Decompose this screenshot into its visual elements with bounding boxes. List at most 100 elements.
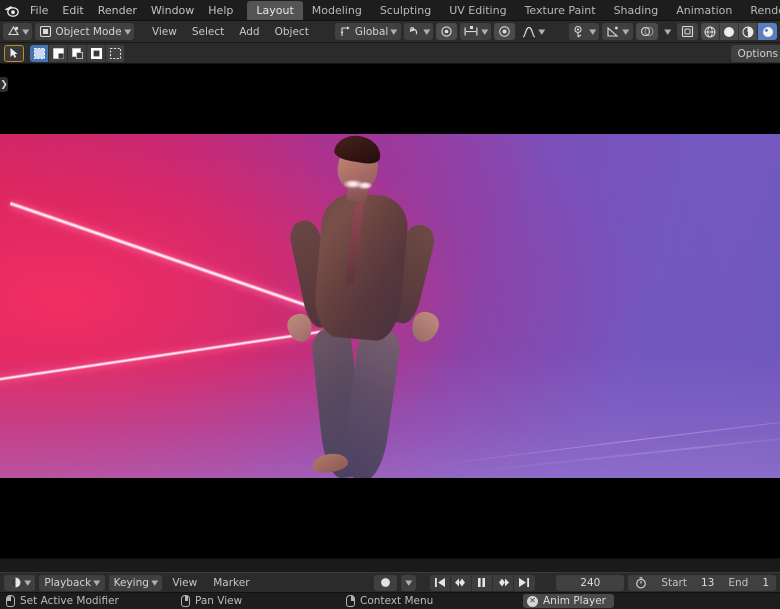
rendered-preview-image: [0, 134, 780, 478]
tab-shading[interactable]: Shading: [605, 1, 668, 20]
chevron-down-icon: ▼: [93, 578, 101, 587]
chevron-down-icon: ▼: [24, 578, 32, 587]
active-tool-button[interactable]: [4, 44, 24, 62]
auto-keying-toggle[interactable]: [373, 574, 397, 591]
options-button[interactable]: Options: [731, 45, 780, 62]
falloff-toggle[interactable]: [494, 23, 516, 40]
chevron-right-icon: ❯: [0, 79, 8, 90]
menu-edit[interactable]: Edit: [55, 2, 90, 19]
anim-player-notification[interactable]: ✕ Anim Player: [523, 594, 614, 608]
select-subtract-icon: [71, 47, 83, 59]
viewport-shading-modes: [701, 23, 777, 40]
eye-laser-flare-right: [358, 182, 372, 189]
jump-to-start-button[interactable]: [429, 574, 451, 591]
chevron-down-icon: ▼: [622, 27, 630, 36]
select-mode-invert[interactable]: [87, 44, 106, 62]
timeline-scrubber[interactable]: [0, 558, 780, 572]
shading-material-preview-button[interactable]: [739, 23, 758, 40]
proportional-size-field[interactable]: ▼: [460, 23, 492, 40]
arrows-horizontal-icon: [464, 26, 479, 37]
object-mode-selector[interactable]: Object Mode ▼: [35, 23, 134, 40]
chevron-down-icon: ▼: [538, 27, 546, 36]
workspace-tabs: Layout Modeling Sculpting UV Editing Tex…: [247, 0, 780, 21]
chevron-down-icon: ▼: [123, 27, 131, 36]
timeline-menu-playback-label: Playback: [44, 576, 92, 589]
current-frame-field[interactable]: 240: [556, 574, 625, 591]
timeline-header: ▼ Playback ▼ Keying ▼ View Marker ▼ 240 …: [0, 572, 780, 592]
falloff-curve-selector[interactable]: ▼: [518, 23, 548, 40]
chevron-down-icon: ▼: [151, 578, 159, 587]
tab-sculpting[interactable]: Sculpting: [371, 1, 440, 20]
select-mode-extend[interactable]: [49, 44, 68, 62]
status-right-mouse-label: Context Menu: [360, 595, 434, 607]
pause-icon: [478, 578, 486, 587]
previous-keyframe-button[interactable]: [450, 574, 472, 591]
next-keyframe-button[interactable]: [492, 574, 514, 591]
shading-rendered-button[interactable]: [758, 23, 777, 40]
viewport-menu-select[interactable]: Select: [186, 26, 230, 38]
editor-type-3d-viewport-icon: [7, 25, 20, 38]
viewport-header: ▼ Object Mode ▼ View Select Add Object G…: [0, 21, 780, 43]
shading-solid-button[interactable]: [720, 23, 739, 40]
falloff-curve-icon: [522, 26, 536, 38]
tab-modeling[interactable]: Modeling: [303, 1, 371, 20]
end-frame-value: 1: [762, 576, 769, 589]
blender-logo-icon[interactable]: [4, 2, 19, 18]
auto-keying-dropdown[interactable]: ▼: [400, 574, 416, 591]
timeline-menu-playback[interactable]: Playback ▼: [39, 574, 105, 591]
toggle-xray-button[interactable]: [635, 23, 658, 40]
timeline-menu-marker[interactable]: Marker: [207, 577, 255, 589]
editor-type-timeline-icon: [9, 576, 22, 589]
status-left-mouse-label: Set Active Modifier: [20, 595, 119, 607]
proportional-edit-icon: [440, 25, 453, 38]
end-frame-label: End: [728, 576, 749, 589]
show-overlays-toggle[interactable]: ▼: [602, 23, 633, 40]
3d-viewport[interactable]: ❯: [0, 64, 780, 558]
tab-texture-paint[interactable]: Texture Paint: [516, 1, 605, 20]
play-pause-button[interactable]: [471, 574, 493, 591]
jump-to-end-button[interactable]: [513, 574, 535, 591]
use-preview-range-icon[interactable]: [635, 576, 647, 589]
menu-file[interactable]: File: [23, 2, 55, 19]
chevron-down-icon: ▼: [22, 27, 30, 36]
menu-help[interactable]: Help: [201, 2, 240, 19]
cancel-icon[interactable]: ✕: [527, 595, 538, 607]
show-gizmo-toggle[interactable]: ▼: [568, 23, 600, 40]
chevron-down-icon: ▼: [589, 27, 597, 36]
top-menu-bar: File Edit Render Window Help Layout Mode…: [0, 0, 780, 21]
viewport-menu-add[interactable]: Add: [233, 26, 265, 38]
shading-wireframe-icon: [704, 26, 716, 37]
anim-player-label: Anim Player: [543, 595, 606, 607]
menu-window[interactable]: Window: [144, 2, 201, 19]
status-left-mouse: Set Active Modifier: [6, 595, 181, 607]
menu-render[interactable]: Render: [91, 2, 144, 19]
editor-type-selector[interactable]: ▼: [3, 23, 33, 40]
magnet-icon: [408, 25, 421, 38]
snapping-toggle[interactable]: ▼: [403, 23, 434, 40]
timeline-editor-type-selector[interactable]: ▼: [4, 574, 36, 591]
viewport-shading-options[interactable]: [677, 23, 698, 40]
select-mode-subtract[interactable]: [68, 44, 87, 62]
select-invert-icon: [90, 47, 102, 59]
tab-animation[interactable]: Animation: [667, 1, 741, 20]
viewport-menu-view[interactable]: View: [146, 26, 183, 38]
frame-range-field[interactable]: Start 13 End 1: [628, 574, 776, 591]
xray-dropdown[interactable]: ▼: [661, 23, 674, 40]
viewport-menu-object[interactable]: Object: [269, 26, 315, 38]
sidebar-toggle-button[interactable]: ❯: [0, 77, 8, 92]
tab-layout[interactable]: Layout: [247, 0, 303, 20]
transform-orientation-icon: [339, 25, 352, 38]
tab-rendering[interactable]: Rendering: [741, 1, 780, 20]
start-frame-value: 13: [700, 576, 715, 589]
select-mode-set[interactable]: [30, 44, 49, 62]
tool-settings-bar: Options: [0, 43, 780, 64]
select-intersect-icon: [109, 47, 121, 59]
transform-orientation-selector[interactable]: Global ▼: [334, 23, 401, 40]
tab-uv-editing[interactable]: UV Editing: [440, 1, 515, 20]
proportional-editing-toggle[interactable]: [436, 23, 458, 40]
timeline-menu-view[interactable]: View: [166, 577, 203, 589]
timeline-menu-keying[interactable]: Keying ▼: [108, 574, 163, 591]
chevron-down-icon: ▼: [422, 27, 430, 36]
shading-wireframe-button[interactable]: [701, 23, 720, 40]
select-mode-intersect[interactable]: [106, 44, 125, 62]
